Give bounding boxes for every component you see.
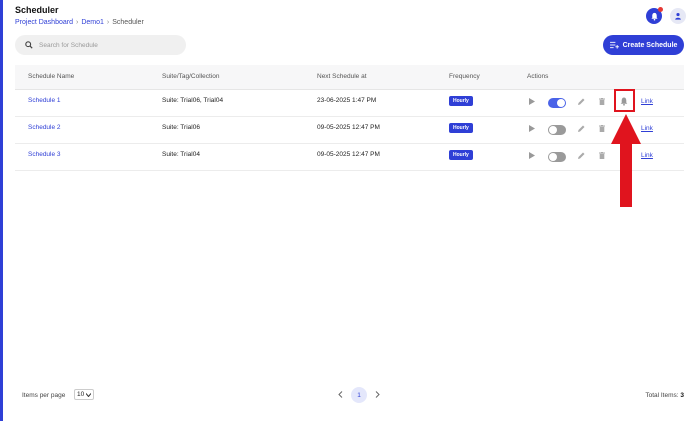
bell-icon	[650, 12, 658, 21]
breadcrumb-current: Scheduler	[112, 19, 144, 26]
trash-icon	[599, 98, 605, 105]
prev-page-button[interactable]	[338, 390, 343, 400]
column-frequency: Frequency	[449, 73, 480, 80]
create-schedule-icon	[609, 41, 619, 49]
search-input[interactable]	[37, 40, 171, 50]
edit-button[interactable]	[578, 98, 585, 105]
schedule-link[interactable]: Link	[641, 125, 653, 132]
play-button[interactable]	[529, 98, 535, 105]
edit-button[interactable]	[578, 152, 585, 159]
pencil-icon	[578, 152, 585, 159]
search-bar[interactable]	[15, 35, 186, 55]
column-next-schedule: Next Schedule at	[317, 73, 367, 80]
pencil-icon	[578, 98, 585, 105]
table-row: Schedule 3 Suite: Trial04 09-05-2025 12:…	[15, 143, 684, 171]
toggle-knob	[549, 153, 557, 161]
play-icon	[529, 98, 535, 105]
delete-button[interactable]	[599, 98, 605, 105]
frequency-badge: Hourly	[449, 150, 473, 160]
suite-cell: Suite: Trial04	[162, 151, 200, 158]
next-schedule-cell: 23-06-2025 1:47 PM	[317, 97, 377, 104]
chevron-left-icon	[338, 390, 343, 398]
items-per-page-select[interactable]: 10	[74, 389, 95, 400]
sidebar-edge	[0, 0, 3, 421]
page-title: Scheduler	[15, 5, 59, 15]
pencil-icon	[578, 125, 585, 132]
enable-toggle[interactable]	[548, 125, 566, 135]
top-icons	[646, 7, 686, 24]
total-items: Total Items: 3	[645, 392, 684, 399]
play-button[interactable]	[529, 152, 535, 159]
breadcrumb-demo1[interactable]: Demo1	[81, 19, 104, 26]
page-number[interactable]: 1	[351, 387, 367, 403]
chevron-down-icon	[86, 392, 92, 397]
user-icon	[675, 12, 681, 20]
toggle-knob	[557, 99, 565, 107]
table-row: Schedule 2 Suite: Trial06 09-05-2025 12:…	[15, 116, 684, 144]
delete-button[interactable]	[599, 125, 605, 132]
breadcrumb: Project Dashboard › Demo1 › Scheduler	[15, 19, 144, 26]
schedule-link[interactable]: Link	[641, 98, 653, 105]
create-schedule-button[interactable]: Create Schedule	[603, 35, 684, 55]
column-suite: Suite/Tag/Collection	[162, 73, 220, 80]
frequency-badge: Hourly	[449, 96, 473, 106]
play-icon	[529, 125, 535, 132]
create-schedule-label: Create Schedule	[622, 41, 678, 49]
table-header: Schedule Name Suite/Tag/Collection Next …	[15, 65, 684, 90]
enable-toggle[interactable]	[548, 152, 566, 162]
pagination-footer: Items per page 10 1 Total Items: 3	[15, 385, 684, 407]
user-menu-button[interactable]	[670, 8, 686, 24]
next-page-button[interactable]	[375, 390, 380, 400]
breadcrumb-project-dashboard[interactable]: Project Dashboard	[15, 19, 73, 26]
edit-button[interactable]	[578, 125, 585, 132]
items-per-page-label: Items per page	[22, 392, 66, 399]
column-schedule-name: Schedule Name	[28, 73, 75, 80]
toggle-knob	[549, 126, 557, 134]
suite-cell: Suite: Trial06, Trial04	[162, 97, 224, 104]
total-items-value: 3	[680, 392, 684, 399]
trash-icon	[599, 125, 605, 132]
suite-cell: Suite: Trial06	[162, 124, 200, 131]
play-icon	[529, 152, 535, 159]
annotation-highlight-box	[614, 89, 635, 112]
next-schedule-cell: 09-05-2025 12:47 PM	[317, 124, 380, 131]
trash-icon	[599, 152, 605, 159]
schedule-name-link[interactable]: Schedule 1	[28, 97, 61, 104]
frequency-badge: Hourly	[449, 123, 473, 133]
column-actions: Actions	[527, 73, 549, 80]
play-button[interactable]	[529, 125, 535, 132]
items-per-page-value: 10	[77, 391, 85, 398]
schedule-name-link[interactable]: Schedule 2	[28, 124, 61, 131]
next-schedule-cell: 09-05-2025 12:47 PM	[317, 151, 380, 158]
table-row: Schedule 1 Suite: Trial06, Trial04 23-06…	[15, 89, 684, 117]
chevron-right-icon: ›	[106, 19, 110, 26]
search-icon	[25, 41, 33, 49]
pager: 1	[338, 387, 380, 403]
notifications-button[interactable]	[646, 7, 663, 24]
delete-button[interactable]	[599, 152, 605, 159]
schedule-link[interactable]: Link	[641, 152, 653, 159]
enable-toggle[interactable]	[548, 98, 566, 108]
chevron-right-icon: ›	[75, 19, 79, 26]
chevron-right-icon	[375, 390, 380, 398]
notification-badge	[658, 7, 663, 12]
total-items-label: Total Items:	[645, 392, 679, 399]
schedule-name-link[interactable]: Schedule 3	[28, 151, 61, 158]
annotation-arrow-icon	[611, 114, 641, 207]
